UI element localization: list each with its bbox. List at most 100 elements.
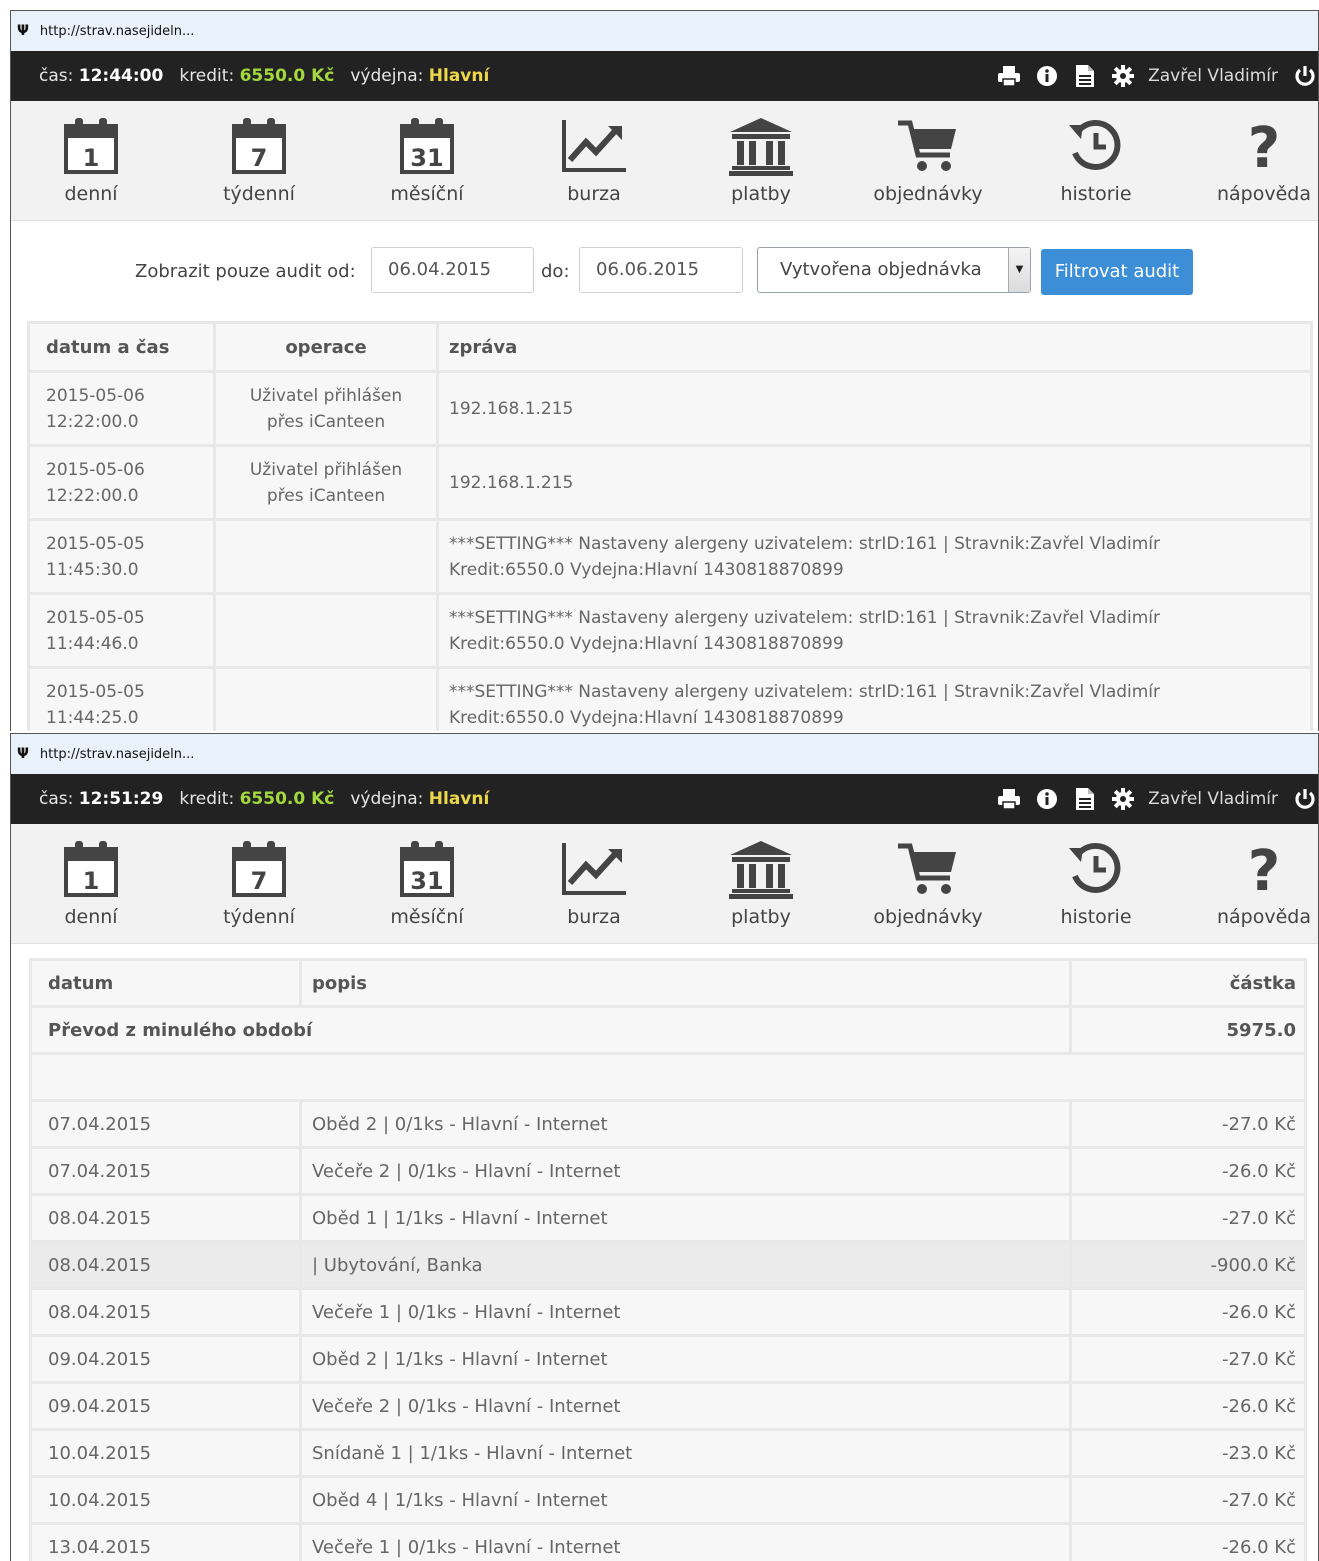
table-row: 2015-05-05 11:45:30.0 ***SETTING*** Nasta…: [30, 521, 1310, 592]
date-cell: 08.04.2015: [32, 1196, 299, 1240]
print-icon[interactable]: [996, 786, 1022, 812]
main-nav: 1 denní 7 týdenní 31 měsíční burza platb…: [11, 101, 1318, 221]
table-row: 07.04.2015 Večeře 2 | 0/1ks - Hlavní - In…: [32, 1149, 1304, 1193]
nav-daily[interactable]: 1 denní: [21, 101, 161, 221]
nav-weekly[interactable]: 7 týdenní: [189, 101, 329, 221]
nav-history[interactable]: historie: [1026, 824, 1166, 944]
description-cell: Večeře 2 | 0/1ks - Hlavní - Internet: [302, 1149, 1069, 1193]
time-text: 11:44:25.0: [46, 707, 139, 728]
date-to-input[interactable]: 06.06.2015: [579, 247, 743, 293]
nav-help-label: nápověda: [1216, 183, 1311, 205]
table-row: 2015-05-05 11:44:46.0 ***SETTING*** Nasta…: [30, 595, 1310, 666]
time-value: 12:44:00: [78, 66, 164, 86]
calendar-1-icon: 1: [56, 838, 126, 900]
table-row: 2015-05-05 11:44:25.0 ***SETTING*** Nasta…: [30, 669, 1310, 731]
operation-line: přes iCanteen: [266, 485, 386, 506]
col-operation: operace: [216, 324, 436, 370]
document-icon[interactable]: [1072, 63, 1098, 89]
nav-exchange[interactable]: burza: [524, 824, 664, 944]
svg-text:?: ?: [1248, 840, 1280, 898]
operation-type-select[interactable]: Vytvořena objednávka ▼: [757, 247, 1031, 293]
col-description: popis: [302, 961, 1069, 1005]
chart-icon: [559, 838, 629, 900]
gear-icon[interactable]: [1110, 786, 1136, 812]
nav-monthly[interactable]: 31 měsíční: [357, 824, 497, 944]
canteen-label: výdejna:: [350, 66, 424, 86]
nav-exchange[interactable]: burza: [524, 101, 664, 221]
audit-filter: Zobrazit pouze audit od: 06.04.2015 do: …: [11, 221, 1318, 311]
print-icon[interactable]: [996, 63, 1022, 89]
col-message: zpráva: [439, 324, 1310, 370]
message-line: ***SETTING*** Nastaveny alergeny uzivate…: [449, 533, 1161, 554]
nav-exchange-label: burza: [567, 906, 621, 928]
date-from-input[interactable]: 06.04.2015: [371, 247, 534, 293]
credit-label: kredit:: [179, 789, 235, 809]
table-row: 08.04.2015 Večeře 1 | 0/1ks - Hlavní - In…: [32, 1290, 1304, 1334]
description-cell: Oběd 4 | 1/1ks - Hlavní - Internet: [302, 1478, 1069, 1522]
browser-titlebar: Ψ http://strav.nasejideln...: [11, 11, 1318, 51]
operation-cell: [216, 595, 436, 666]
calendar-31-icon: 31: [392, 115, 462, 177]
power-icon[interactable]: [1292, 63, 1318, 89]
carry-over-value: 5975.0: [1072, 1008, 1304, 1052]
description-cell: Večeře 1 | 0/1ks - Hlavní - Internet: [302, 1525, 1069, 1561]
amount-cell: -26.0 Kč: [1072, 1290, 1304, 1334]
col-date: datum: [32, 961, 299, 1005]
nav-payments[interactable]: platby: [691, 824, 831, 944]
table-row: 08.04.2015 | Ubytování, Banka -900.0 Kč: [32, 1243, 1304, 1287]
svg-text:1: 1: [83, 867, 100, 895]
nav-monthly-label: měsíční: [390, 906, 464, 928]
description-cell: | Ubytování, Banka: [302, 1243, 1069, 1287]
dropdown-arrow-icon[interactable]: ▼: [1008, 248, 1030, 292]
filter-from-label: Zobrazit pouze audit od:: [135, 261, 356, 282]
date-cell: 07.04.2015: [32, 1149, 299, 1193]
date-cell: 08.04.2015: [32, 1243, 299, 1287]
datetime-cell: 2015-05-06 12:22:00.0: [30, 373, 213, 444]
date-cell: 10.04.2015: [32, 1431, 299, 1475]
history-icon: [1061, 838, 1131, 900]
date-cell: 09.04.2015: [32, 1337, 299, 1381]
nav-daily[interactable]: 1 denní: [21, 824, 161, 944]
nav-orders[interactable]: objednávky: [858, 101, 998, 221]
message-line: ***SETTING*** Nastaveny alergeny uzivate…: [449, 607, 1161, 628]
info-icon[interactable]: [1034, 63, 1060, 89]
gear-icon[interactable]: [1110, 63, 1136, 89]
audit-table: datum a čas operace zpráva 2015-05-06 12:…: [27, 321, 1313, 731]
nav-monthly[interactable]: 31 měsíční: [357, 101, 497, 221]
svg-text:7: 7: [251, 144, 268, 172]
amount-cell: -900.0 Kč: [1072, 1243, 1304, 1287]
description-cell: Večeře 2 | 0/1ks - Hlavní - Internet: [302, 1384, 1069, 1428]
svg-text:1: 1: [83, 144, 100, 172]
nav-help[interactable]: ? nápověda: [1194, 824, 1318, 944]
amount-cell: -27.0 Kč: [1072, 1196, 1304, 1240]
date-cell: 13.04.2015: [32, 1525, 299, 1561]
nav-weekly[interactable]: 7 týdenní: [189, 824, 329, 944]
document-icon[interactable]: [1072, 786, 1098, 812]
date-text: 2015-05-06: [46, 385, 145, 406]
nav-history[interactable]: historie: [1026, 101, 1166, 221]
table-row: 10.04.2015 Snídaně 1 | 1/1ks - Hlavní - I…: [32, 1431, 1304, 1475]
nav-help[interactable]: ? nápověda: [1194, 101, 1318, 221]
main-nav: 1 denní 7 týdenní 31 měsíční burza platb…: [11, 824, 1318, 944]
user-name[interactable]: Zavřel Vladimír: [1148, 789, 1278, 809]
amount-cell: -27.0 Kč: [1072, 1478, 1304, 1522]
bank-icon: [726, 115, 796, 177]
table-row: 10.04.2015 Oběd 4 | 1/1ks - Hlavní - Inte…: [32, 1478, 1304, 1522]
canteen-value: Hlavní: [428, 66, 490, 86]
nav-orders[interactable]: objednávky: [858, 824, 998, 944]
date-text: 2015-05-06: [46, 459, 145, 480]
nav-payments[interactable]: platby: [691, 101, 831, 221]
power-icon[interactable]: [1292, 786, 1318, 812]
time-label: čas:: [39, 789, 74, 809]
message-cell: ***SETTING*** Nastaveny alergeny uzivate…: [439, 595, 1310, 666]
date-cell: 09.04.2015: [32, 1384, 299, 1428]
filter-audit-button[interactable]: Filtrovat audit: [1041, 249, 1193, 295]
browser-url: http://strav.nasejideln...: [39, 23, 195, 39]
amount-cell: -26.0 Kč: [1072, 1525, 1304, 1561]
info-icon[interactable]: [1034, 786, 1060, 812]
message-line: 192.168.1.215: [449, 472, 574, 493]
credit-value: 6550.0 Kč: [239, 66, 335, 86]
user-name[interactable]: Zavřel Vladimír: [1148, 66, 1278, 86]
nav-exchange-label: burza: [567, 183, 621, 205]
date-text: 2015-05-05: [46, 681, 145, 702]
